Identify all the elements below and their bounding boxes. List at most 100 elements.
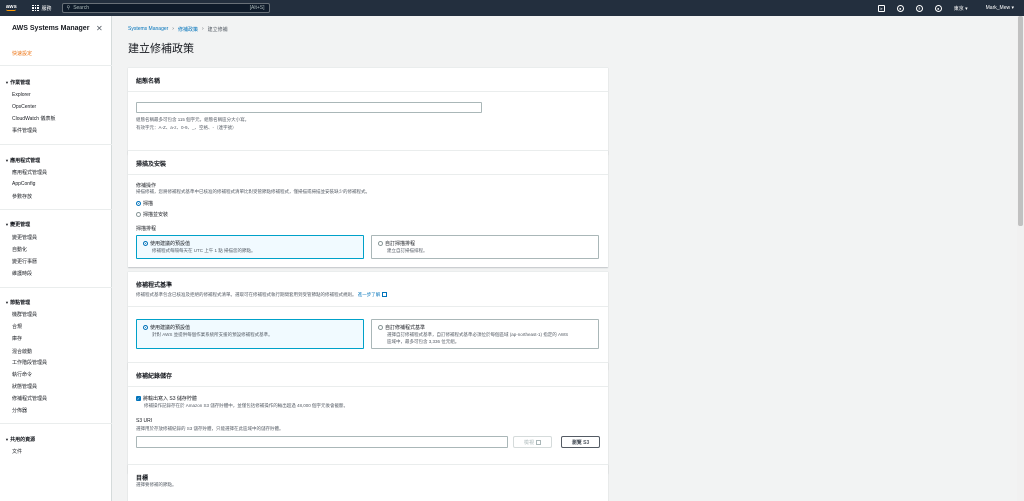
region-selector[interactable]: 東京 ▾ (954, 5, 968, 12)
scrollbar-thumb[interactable] (1018, 16, 1023, 226)
sidebar-item-session-manager[interactable]: 工作階段管理員 (12, 359, 47, 366)
breadcrumb: Systems Manager › 修補政策 › 建立修補 (128, 26, 228, 33)
sidebar-item-state-manager[interactable]: 狀態管理員 (12, 383, 37, 390)
view-button[interactable]: 檢視 (513, 436, 552, 448)
baseline-default-tile[interactable]: 使用建議的預設值 針對 AWS 並提供每個作業系統所支援的預設修補程式基準。 (136, 319, 364, 349)
aws-logo[interactable]: aws (6, 4, 28, 11)
sidebar-item-maintenance-windows[interactable]: 維護時段 (12, 270, 32, 277)
tile-description-2: 區域中，最多可包含 3,336 位元組。 (387, 339, 460, 344)
baseline-custom-tile[interactable]: 自訂修補程式基準 選擇自訂修補程式基準，自訂修補程式基準必須位於每個區域 (ap… (371, 319, 599, 349)
sidebar-item-patch-manager[interactable]: 修補程式管理員 (12, 395, 47, 402)
radio-scan-label: 掃描 (143, 201, 154, 207)
account-menu[interactable]: Mark_Mew ▾ (986, 5, 1014, 11)
page-scrollbar[interactable] (1017, 16, 1024, 501)
notifications-bell-icon[interactable]: ● (896, 4, 904, 12)
s3-uri-label: S3 URI (136, 418, 153, 424)
sidebar-item-compliance[interactable]: 合規 (12, 323, 22, 330)
external-link-icon (382, 292, 388, 298)
radio-unselected-icon (378, 241, 383, 247)
services-grid-icon (32, 4, 39, 12)
sidebar-item-inventory[interactable]: 庫存 (12, 335, 22, 342)
radio-scan-install[interactable]: 掃描並安裝 (136, 211, 168, 218)
config-name-help: 組態名稱最多可包含 115 個字元，組態名稱區分大小寫。 (136, 117, 250, 122)
targets-help: 選擇要修補的節點。 (136, 482, 177, 487)
top-navigation-bar: aws 服務 ⚲ Search [Alt+S] > ● ? ● 東京 ▾ Mar… (0, 0, 1024, 16)
search-placeholder: Search (73, 5, 90, 11)
services-menu[interactable]: 服務 (32, 4, 52, 12)
tile-description: 修補程式每隔每天在 UTC 上午 1 點 掃描您的節點。 (152, 248, 256, 253)
help-icon[interactable]: ? (915, 4, 923, 12)
sidebar-section-shared-resources[interactable]: 共用的資源 (5, 436, 35, 443)
s3-uri-help: 選擇用於存放修補紀錄的 S3 儲存貯體，只能選擇在此區域中的儲存貯體。 (136, 426, 284, 431)
cloudshell-icon[interactable]: > (877, 4, 885, 12)
close-icon[interactable]: ✕ (96, 24, 103, 33)
sidebar-item-run-command[interactable]: 執行命令 (12, 371, 32, 378)
scan-schedule-custom-tile[interactable]: 自訂掃描排程 建立自訂掃描排程。 (371, 235, 599, 259)
sidebar-section-operations[interactable]: 作業管理 (5, 79, 30, 86)
external-link-icon (536, 439, 541, 445)
radio-scan[interactable]: 掃描 (136, 200, 153, 207)
checkbox-help: 修補操作記錄存在於 Amazon S3 儲存貯體中，並僅包括修補操作的輸出超過 … (144, 403, 349, 408)
tile-description: 選擇自訂修補程式基準，自訂修補程式基準必須位於每個區域 (ap-northeas… (387, 332, 569, 337)
sidebar-item-cloudwatch[interactable]: CloudWatch 儀表板 (12, 115, 55, 122)
browse-s3-button[interactable]: 瀏覽 S3 (561, 436, 600, 448)
sidebar-item-change-manager[interactable]: 變更管理員 (12, 234, 37, 241)
sidebar-item-change-calendar[interactable]: 變更行事曆 (12, 258, 37, 265)
radio-unselected-icon (136, 212, 141, 218)
tile-title: 使用建議的預設值 (150, 325, 191, 331)
search-input[interactable]: ⚲ Search [Alt+S] (61, 3, 270, 13)
sidebar-item-opscenter[interactable]: OpsCenter (12, 104, 36, 110)
tile-description: 針對 AWS 並提供每個作業系統所支援的預設修補程式基準。 (152, 332, 273, 337)
view-button-label: 檢視 (523, 439, 534, 446)
patch-operation-help: 掃描修補，您將修補程式基準中已核准的修補程式清單比對受管節點修補程式，僅掃描或掃… (136, 189, 370, 194)
settings-gear-icon[interactable]: ● (934, 4, 942, 12)
learn-more-link[interactable]: 進一步了解 (358, 292, 381, 297)
sidebar-item-parameter-store[interactable]: 參數存放 (12, 193, 32, 200)
sidebar-item-quick-setup[interactable]: 快速設定 (12, 50, 32, 57)
breadcrumb-patch-policies[interactable]: 修補政策 (178, 26, 198, 33)
panel-header: 組態名稱 (128, 68, 608, 92)
sidebar-section-change-management[interactable]: 變更管理 (5, 221, 30, 228)
sidebar-section-app-management[interactable]: 應用程式管理 (5, 157, 40, 164)
radio-selected-icon (143, 325, 148, 331)
sidebar-item-explorer[interactable]: Explorer (12, 92, 31, 98)
services-label: 服務 (41, 5, 52, 12)
write-s3-checkbox[interactable]: ✓ 將輸出寫入 S3 儲存貯體 (136, 395, 197, 402)
radio-selected-icon (136, 201, 141, 207)
config-name-valid-chars: 有效字元：A-Z、a-z、0-9、_、空格、-（連字號） (136, 125, 237, 130)
breadcrumb-current: 建立修補 (207, 27, 228, 33)
sidebar-item-hybrid-activations[interactable]: 混合啟動 (12, 348, 32, 355)
sidebar-item-documents[interactable]: 文件 (12, 448, 22, 455)
radio-scan-install-label: 掃描並安裝 (143, 212, 169, 218)
search-shortcut: [Alt+S] (249, 5, 265, 11)
scan-schedule-default-tile[interactable]: 使用建議的預設值 修補程式每隔每天在 UTC 上午 1 點 掃描您的節點。 (136, 235, 364, 259)
sidebar-section-node-management[interactable]: 節點管理 (5, 299, 30, 306)
sidebar: AWS Systems Manager ✕ 快速設定 作業管理 Explorer… (0, 16, 112, 501)
sidebar-item-automation[interactable]: 自動化 (12, 246, 27, 253)
sidebar-item-appconfig[interactable]: AppConfig (12, 181, 35, 187)
panel-header: 掃描及安裝 (128, 151, 608, 175)
patch-baseline-panel: 修補程式基準 修補程式基準包含已核准及拒絕的修補程式清單。選取可在修補程式執行期… (128, 271, 608, 369)
breadcrumb-separator-icon: › (201, 26, 204, 32)
sidebar-title: AWS Systems Manager (12, 25, 90, 32)
sidebar-item-fleet-manager[interactable]: 機群管理員 (12, 311, 37, 318)
checkbox-label: 將輸出寫入 S3 儲存貯體 (143, 396, 197, 402)
sidebar-item-incident[interactable]: 事件管理員 (12, 127, 37, 134)
radio-selected-icon (143, 241, 148, 247)
patch-operation-label: 修補操作 (136, 183, 157, 189)
breadcrumb-systems-manager[interactable]: Systems Manager (128, 26, 168, 33)
tile-title: 使用建議的預設值 (150, 241, 191, 247)
search-icon: ⚲ (66, 5, 71, 11)
baseline-help-text: 修補程式基準包含已核准及拒絕的修補程式清單。選取可在修補程式執行期間套用到受管節… (136, 292, 357, 297)
panel-header: 目標 (136, 476, 149, 482)
scan-schedule-label: 掃描排程 (136, 226, 157, 232)
tile-title: 自訂修補程式基準 (385, 325, 426, 331)
targets-panel: 目標 選擇要修補的節點。 (128, 464, 608, 501)
panel-header: 修補紀錄儲存 (128, 363, 608, 387)
sidebar-item-distributor[interactable]: 分佈器 (12, 407, 27, 414)
s3-uri-input[interactable] (136, 436, 508, 448)
config-name-input[interactable] (136, 102, 482, 113)
scan-install-panel: 掃描及安裝 修補操作 掃描修補，您將修補程式基準中已核准的修補程式清單比對受管節… (128, 150, 608, 267)
sidebar-item-app-manager[interactable]: 應用程式管理員 (12, 169, 47, 176)
config-name-panel: 組態名稱 組態名稱最多可包含 115 個字元，組態名稱區分大小寫。 有效字元：A… (128, 67, 608, 154)
